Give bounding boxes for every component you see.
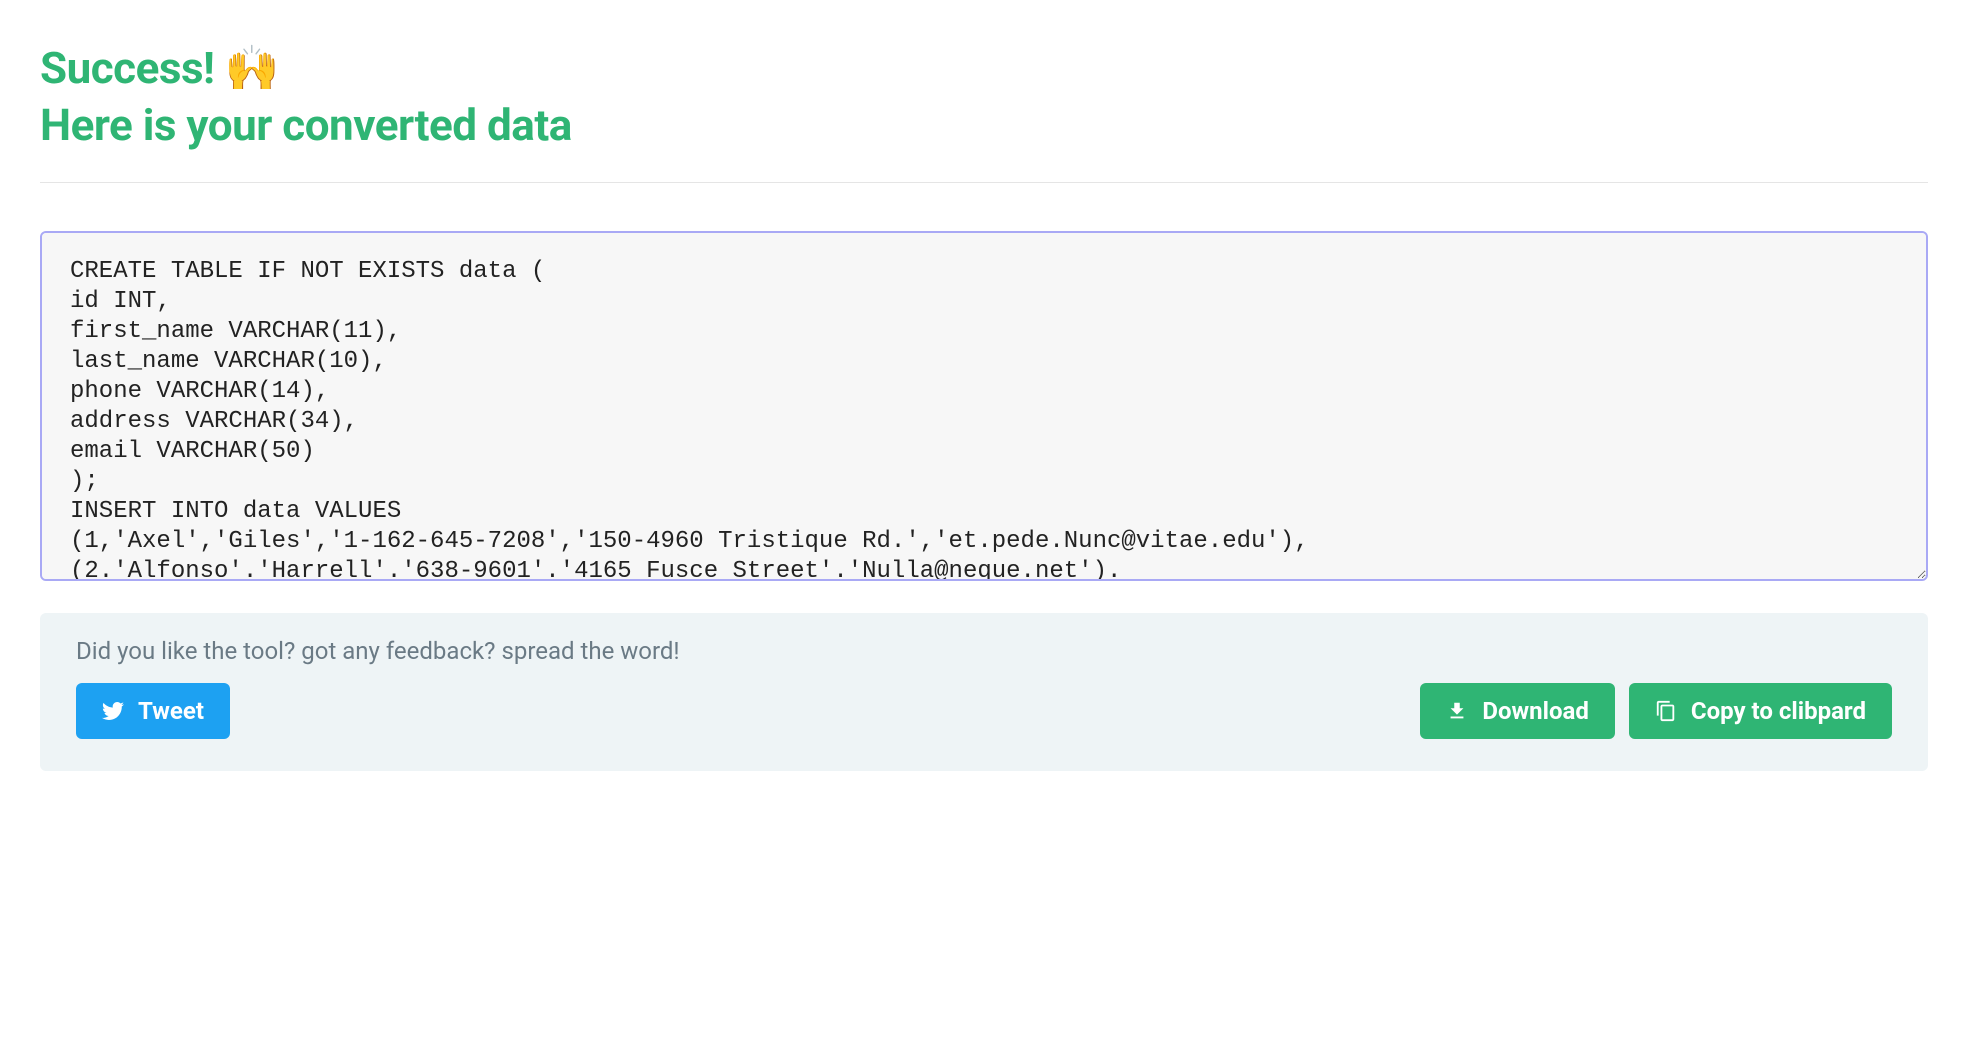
tweet-label: Tweet xyxy=(138,697,204,725)
footer-panel: Did you like the tool? got any feedback?… xyxy=(40,613,1928,771)
divider xyxy=(40,182,1928,183)
clipboard-icon xyxy=(1655,700,1677,722)
converted-output[interactable] xyxy=(40,231,1928,581)
twitter-icon xyxy=(102,700,124,722)
tweet-button[interactable]: Tweet xyxy=(76,683,230,739)
feedback-text: Did you like the tool? got any feedback?… xyxy=(76,637,1892,665)
button-row: Tweet Download Copy to clibpard xyxy=(76,683,1892,739)
download-label: Download xyxy=(1482,697,1588,725)
copy-label: Copy to clibpard xyxy=(1691,697,1866,725)
success-heading: Success! 🙌 xyxy=(40,40,1928,97)
download-icon xyxy=(1446,700,1468,722)
copy-button[interactable]: Copy to clibpard xyxy=(1629,683,1892,739)
subtitle-heading: Here is your converted data xyxy=(40,97,1928,154)
download-button[interactable]: Download xyxy=(1420,683,1614,739)
